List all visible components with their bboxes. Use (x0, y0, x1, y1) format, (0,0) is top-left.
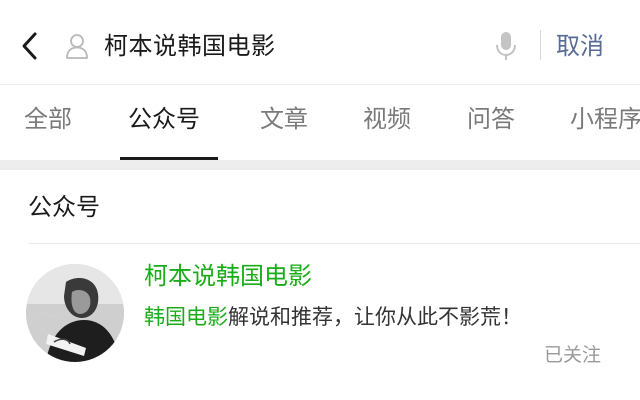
search-input[interactable]: 柯本说韩国电影 (104, 26, 276, 66)
avatar-photo (26, 264, 124, 362)
tab-videos[interactable]: 视频 (363, 101, 411, 137)
tab-official-accounts[interactable]: 公众号 (128, 101, 200, 137)
person-icon (66, 34, 88, 59)
account-name[interactable]: 柯本说韩国电影 (144, 258, 312, 294)
tab-qa[interactable]: 问答 (467, 101, 515, 137)
description-highlight: 韩国电影 (144, 305, 228, 329)
cancel-button[interactable]: 取消 (556, 26, 604, 66)
account-result-item[interactable]: 柯本说韩国电影 韩国电影解说和推荐，让你从此不影荒！ 已关注 (0, 244, 640, 400)
search-bar-divider (540, 30, 541, 60)
back-arrow-icon[interactable] (16, 28, 44, 64)
tab-mini-programs[interactable]: 小程序 (570, 101, 640, 137)
avatar[interactable] (26, 264, 124, 362)
search-results-screen: 柯本说韩国电影 取消 全部 公众号 文章 视频 问答 小程序 公众号 柯本说韩国… (0, 0, 640, 400)
microphone-icon[interactable] (494, 28, 518, 64)
tab-all[interactable]: 全部 (24, 101, 72, 137)
search-bar: 柯本说韩国电影 取消 (0, 0, 640, 84)
follow-status: 已关注 (544, 344, 602, 366)
description-text: 解说和推荐，让你从此不影荒！ (228, 305, 522, 329)
tab-articles[interactable]: 文章 (260, 101, 308, 137)
section-separator (0, 160, 640, 170)
account-description: 韩国电影解说和推荐，让你从此不影荒！ (144, 300, 522, 334)
section-title: 公众号 (28, 193, 100, 221)
category-tabs: 全部 公众号 文章 视频 问答 小程序 (0, 84, 640, 161)
